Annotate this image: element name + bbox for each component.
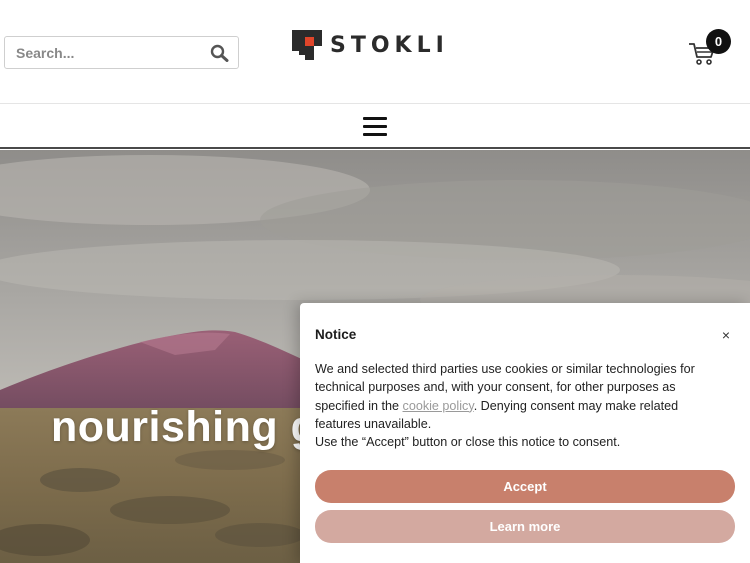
close-icon[interactable]: × (718, 327, 734, 343)
search-box (4, 36, 239, 69)
logo-mark-icon (292, 30, 322, 60)
notice-title: Notice (315, 327, 357, 342)
cookie-notice: Notice × We and selected third parties u… (300, 303, 750, 563)
site-header: STOKLI 0 (0, 0, 750, 104)
site-logo[interactable]: STOKLI (292, 30, 444, 60)
cart-count-badge: 0 (706, 29, 731, 54)
accept-button[interactable]: Accept (315, 470, 735, 503)
notice-text: We and selected third parties use cookie… (315, 360, 715, 451)
logo-text: STOKLI (330, 33, 449, 58)
search-input[interactable] (5, 37, 200, 68)
hero-title: nourishing g (51, 403, 318, 451)
hamburger-menu-icon[interactable] (363, 115, 387, 137)
learn-more-button[interactable]: Learn more (315, 510, 735, 543)
nav-bar (0, 104, 750, 149)
page: STOKLI 0 (0, 0, 750, 563)
cookie-policy-link[interactable]: cookie policy (403, 399, 474, 413)
notice-text-line2: Use the “Accept” button or close this no… (315, 435, 621, 450)
search-icon[interactable] (210, 44, 230, 62)
